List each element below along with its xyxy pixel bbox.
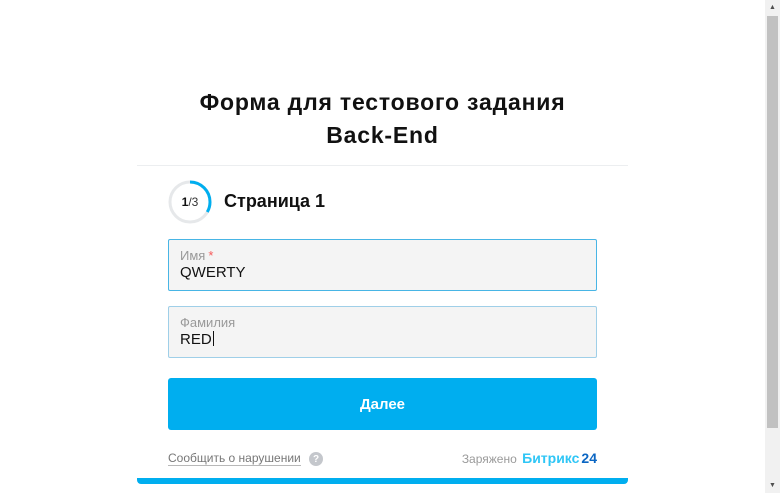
powered-by[interactable]: Заряжено Битрикс 24 [462, 450, 597, 466]
required-mark: * [208, 248, 214, 263]
first-name-label-text: Имя [180, 248, 206, 263]
report-violation-link[interactable]: Сообщить о нарушении [168, 451, 301, 466]
powered-by-text: Заряжено [461, 452, 517, 466]
progress-total: /3 [188, 195, 199, 209]
form-card: Форма для тестового задания Back-End 1/3… [137, 70, 628, 484]
scroll-down-arrow-icon[interactable]: ▼ [765, 478, 780, 493]
last-name-input[interactable]: RED [180, 331, 214, 348]
page-heading: Страница 1 [224, 191, 326, 211]
last-name-label: Фамилия [180, 315, 236, 330]
question-mark-icon[interactable]: ? [309, 452, 323, 466]
scroll-up-arrow-icon[interactable]: ▲ [765, 0, 780, 15]
first-name-input[interactable]: QWERTY [180, 264, 246, 281]
vertical-scrollbar[interactable]: ▲ ▼ [765, 0, 780, 493]
next-button[interactable]: Далее [168, 378, 597, 430]
form-title-line2: Back-End [326, 122, 439, 148]
form-title-line1: Форма для тестового задания [199, 89, 566, 115]
brand-name: Битрикс [522, 450, 580, 466]
last-name-field[interactable]: Фамилия RED [168, 306, 597, 358]
progress-current: 1 [181, 195, 189, 209]
first-name-label: Имя * [180, 248, 213, 263]
page-viewport: Форма для тестового задания Back-End 1/3… [0, 0, 780, 493]
form-title: Форма для тестового задания Back-End [137, 86, 628, 152]
scrollbar-thumb[interactable] [767, 16, 778, 428]
progress-counter: 1/3 [168, 180, 212, 224]
last-name-value: RED [180, 331, 212, 348]
title-divider [137, 165, 628, 166]
brand-number: 24 [581, 450, 597, 466]
text-caret [212, 331, 214, 346]
form-bottom-accent-bar [137, 478, 628, 484]
first-name-field[interactable]: Имя * QWERTY [168, 239, 597, 291]
